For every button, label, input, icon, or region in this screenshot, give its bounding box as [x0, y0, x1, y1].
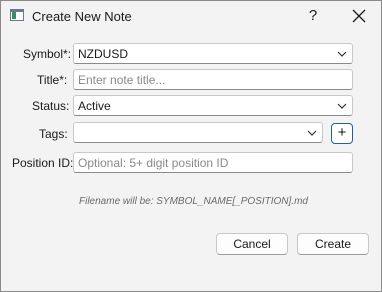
position-id-input[interactable]: Optional: 5+ digit position ID [73, 152, 353, 173]
symbol-value: NZDUSD [78, 47, 128, 61]
cancel-button[interactable]: Cancel [216, 233, 288, 255]
app-icon [10, 9, 24, 21]
status-combobox[interactable]: Active [73, 95, 353, 116]
chevron-down-icon [337, 51, 347, 57]
symbol-combobox[interactable]: NZDUSD [73, 43, 353, 64]
title-bar: Create New Note ? [1, 1, 381, 32]
title-placeholder: Enter note title... [78, 73, 166, 87]
position-id-placeholder: Optional: 5+ digit position ID [78, 156, 229, 170]
symbol-label: Symbol*: [23, 47, 72, 61]
chevron-down-icon [307, 130, 317, 136]
status-value: Active [78, 99, 111, 113]
title-input[interactable]: Enter note title... [73, 69, 353, 90]
position-id-label: Position ID: [12, 156, 74, 170]
chevron-down-icon [337, 103, 347, 109]
status-label: Status: [32, 99, 70, 113]
filename-hint: Filename will be: SYMBOL_NAME[_POSITION]… [79, 196, 308, 207]
tags-label: Tags: [39, 127, 68, 141]
title-label: Title*: [37, 73, 68, 87]
create-note-dialog: Create New Note ? Symbol*: NZDUSD Title*… [0, 0, 382, 292]
close-button[interactable] [345, 5, 373, 27]
close-icon [352, 9, 366, 23]
dialog-title: Create New Note [32, 9, 132, 24]
add-tag-button[interactable]: + [331, 123, 353, 144]
tags-combobox[interactable] [73, 122, 323, 143]
help-button[interactable]: ? [301, 5, 325, 27]
create-button[interactable]: Create [297, 233, 369, 255]
